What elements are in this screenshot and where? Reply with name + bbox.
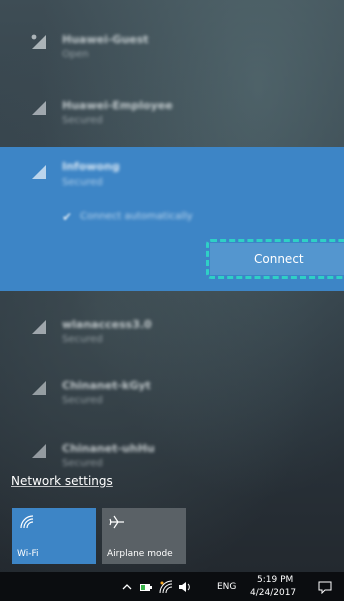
network-status: Secured <box>62 177 103 188</box>
network-item[interactable]: Huawei-Employee Secured <box>0 77 344 141</box>
network-name: Huawei-Employee <box>62 99 173 112</box>
network-icon[interactable] <box>159 580 173 594</box>
wifi-tile-label: Wi-Fi <box>17 549 39 559</box>
network-status: Secured <box>62 334 103 345</box>
clock-date[interactable]: 4/24/2017 <box>250 588 296 598</box>
volume-icon[interactable] <box>178 580 192 594</box>
network-name: wlanaccess3.0 <box>62 318 152 331</box>
connect-automatically-checkbox[interactable]: ✔ <box>62 210 72 224</box>
language-indicator[interactable]: ENG <box>217 582 236 592</box>
taskbar: ENG 5:19 PM 4/24/2017 <box>0 572 344 601</box>
network-item[interactable]: Chinanet-kGyt Secured <box>0 357 344 421</box>
wifi-secured-signal-icon <box>32 320 46 334</box>
network-status: Secured <box>62 115 103 126</box>
network-name: Chinanet-kGyt <box>62 379 151 392</box>
airplane-icon <box>109 515 124 529</box>
network-settings-link[interactable]: Network settings <box>11 474 113 488</box>
network-flyout: Huawei-Guest Open Huawei-Employee Secure… <box>0 0 344 572</box>
wifi-icon <box>20 515 34 529</box>
action-center-icon[interactable] <box>318 580 332 594</box>
wifi-secured-signal-icon <box>32 101 46 115</box>
network-item[interactable]: wlanaccess3.0 Secured <box>0 296 344 360</box>
wifi-secured-signal-icon <box>32 381 46 395</box>
clock-time[interactable]: 5:19 PM <box>257 575 293 585</box>
airplane-mode-tile[interactable]: Airplane mode <box>102 508 186 564</box>
wifi-secured-signal-icon <box>32 165 46 179</box>
connect-automatically-label: Connect automatically <box>80 211 193 222</box>
network-item-selected[interactable]: Infowong Secured ✔ Connect automatically… <box>0 147 344 291</box>
airplane-tile-label: Airplane mode <box>107 549 173 559</box>
network-status: Secured <box>62 395 103 406</box>
network-item[interactable]: Huawei-Guest Open <box>0 11 344 75</box>
network-name: Infowong <box>62 160 120 173</box>
network-name: Chinanet-uhHu <box>62 442 155 455</box>
chevron-up-icon[interactable] <box>120 580 134 594</box>
wifi-open-signal-icon <box>31 34 46 49</box>
battery-icon[interactable] <box>139 580 153 594</box>
network-name: Huawei-Guest <box>62 33 149 46</box>
connect-button[interactable]: Connect <box>210 243 344 275</box>
wifi-secured-signal-icon <box>32 444 46 458</box>
wifi-toggle-tile[interactable]: Wi-Fi <box>12 508 96 564</box>
network-status: Open <box>62 49 89 60</box>
network-status: Secured <box>62 458 103 469</box>
